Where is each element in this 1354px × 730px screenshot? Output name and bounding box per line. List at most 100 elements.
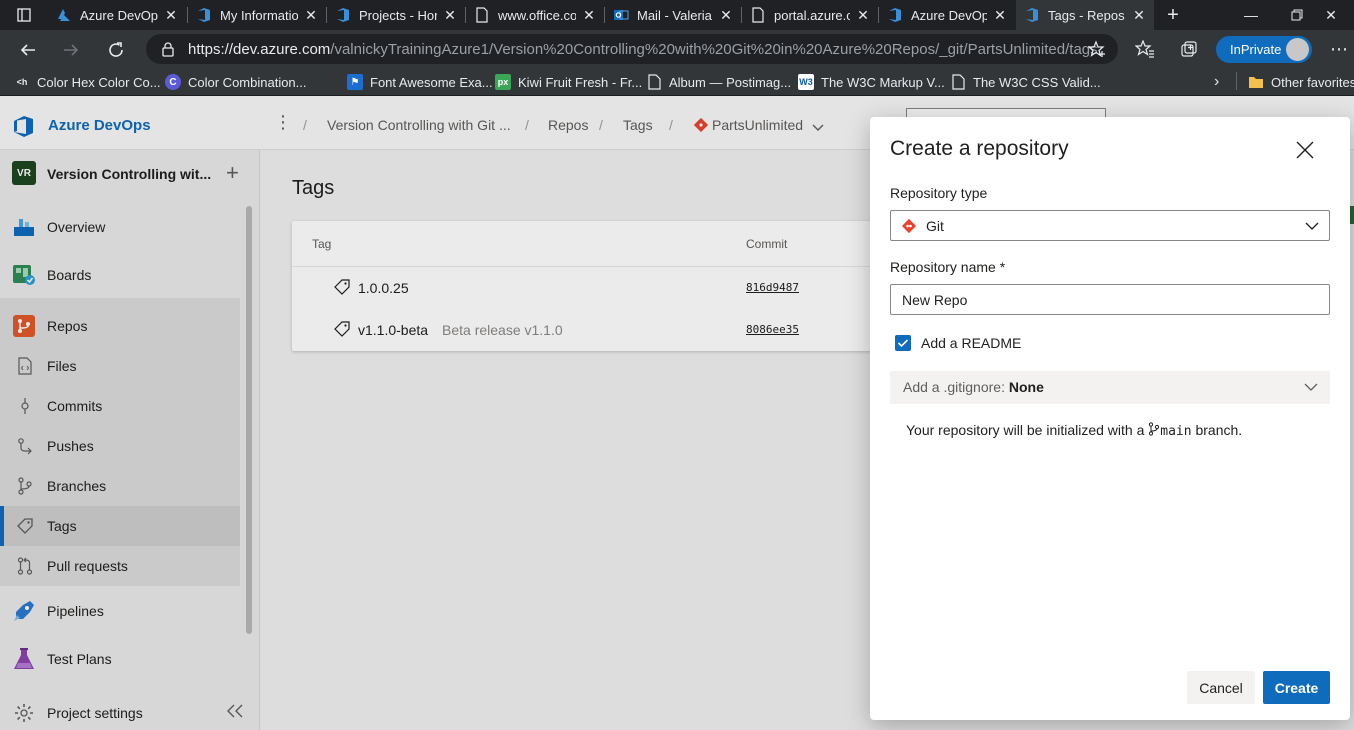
tab-title: www.office.co	[498, 7, 576, 23]
dialog-title: Create a repository	[890, 137, 1069, 160]
gitignore-value: None	[1008, 379, 1044, 395]
tab-title: Mail - Valeria	[637, 7, 712, 23]
gitignore-prefix: Add a .gitignore:	[903, 379, 1005, 395]
close-icon[interactable]: ✕	[719, 7, 733, 24]
close-icon[interactable]: ✕	[443, 7, 457, 24]
page-icon	[950, 74, 966, 90]
favorite-item[interactable]: C Color Combination...	[165, 72, 307, 92]
browser-tab[interactable]: www.office.co ✕	[466, 0, 604, 30]
other-favorites-label: Other favorites	[1271, 74, 1354, 90]
close-icon[interactable]: ✕	[1132, 7, 1146, 24]
create-button[interactable]: Create	[1263, 671, 1330, 704]
inprivate-label: InPrivate	[1230, 42, 1282, 57]
hex-icon: <h	[16, 77, 28, 87]
browser-tab[interactable]: My Informatio ✕	[188, 0, 326, 30]
repository-type-label: Repository type	[890, 185, 988, 201]
other-favorites[interactable]: Other favorites	[1248, 72, 1354, 92]
chevron-down-icon	[1304, 380, 1318, 394]
favorite-item[interactable]: W3 The W3C Markup V...	[798, 72, 945, 92]
url-path: /valnickyTrainingAzure1/Version%20Contro…	[330, 41, 1098, 58]
new-tab-button[interactable]: +	[1156, 0, 1190, 30]
minimize-button[interactable]: —	[1228, 0, 1274, 30]
repository-type-value: Git	[926, 218, 944, 234]
chevron-right-icon[interactable]: ›	[1214, 72, 1219, 92]
favorite-label: Font Awesome Exa...	[370, 74, 493, 90]
add-readme-checkbox[interactable]	[895, 335, 911, 351]
close-icon[interactable]: ✕	[164, 7, 178, 24]
w3c-icon: W3	[798, 74, 814, 90]
refresh-button[interactable]	[102, 36, 130, 64]
url-host: https://dev.azure.com	[188, 41, 331, 58]
folder-icon	[1248, 74, 1264, 90]
browser-tab[interactable]: Mail - Valeria ✕	[605, 0, 741, 30]
tab-title: portal.azure.c	[774, 7, 850, 23]
azure-devops-icon	[1024, 7, 1040, 23]
create-repository-dialog: Create a repository Repository type Git …	[870, 117, 1350, 720]
init-msg-before: Your repository will be initialized with…	[906, 422, 1145, 438]
browser-tab[interactable]: portal.azure.c ✕	[742, 0, 878, 30]
favorite-label: Kiwi Fruit Fresh - Fr...	[518, 74, 643, 90]
address-bar[interactable]: https://dev.azure.com/valnickyTrainingAz…	[146, 34, 1118, 64]
favorite-label: The W3C Markup V...	[821, 74, 945, 90]
url-text: https://dev.azure.com/valnickyTrainingAz…	[188, 41, 1098, 58]
favorites-bar: <h Color Hex Color Co... C Color Combinati…	[0, 68, 1354, 96]
c-icon: C	[165, 74, 181, 90]
favorite-item[interactable]: The W3C CSS Valid...	[950, 72, 1101, 92]
favorite-item[interactable]: <h Color Hex Color Co...	[14, 72, 161, 92]
more-icon[interactable]: ⋯	[1328, 39, 1350, 59]
initialization-message: Your repository will be initialized with…	[906, 422, 1242, 439]
cancel-button[interactable]: Cancel	[1187, 671, 1255, 704]
tab-title: Azure DevOps	[911, 7, 987, 23]
tab-actions-icon[interactable]	[0, 0, 48, 30]
favorite-item[interactable]: px Kiwi Fruit Fresh - Fr...	[495, 72, 642, 92]
add-favorite-icon[interactable]	[1087, 40, 1106, 58]
close-icon[interactable]: ✕	[993, 7, 1007, 24]
page-icon	[474, 7, 490, 23]
inprivate-badge[interactable]: InPrivate	[1216, 36, 1312, 63]
favorites-icon[interactable]	[1134, 39, 1156, 59]
branch-icon	[1148, 422, 1160, 436]
repository-name-label: Repository name *	[890, 259, 1006, 275]
favorite-label: Album — Postimag...	[669, 74, 792, 90]
page-icon	[750, 7, 766, 23]
tab-title: Projects - Hom	[359, 7, 437, 23]
tab-title: Azure DevOps	[80, 7, 158, 23]
azure-devops-icon	[56, 7, 72, 23]
browser-tab-active[interactable]: Tags - Repos ✕	[1016, 0, 1154, 30]
address-toolbar: https://dev.azure.com/valnickyTrainingAz…	[0, 30, 1354, 68]
add-readme-label[interactable]: Add a README	[921, 335, 1021, 351]
tab-title: My Informatio	[220, 7, 298, 23]
px-icon: px	[495, 74, 511, 90]
outlook-icon	[613, 7, 629, 23]
close-icon[interactable]: ✕	[304, 7, 318, 24]
close-window-button[interactable]: ✕	[1308, 0, 1354, 30]
repository-name-input[interactable]	[890, 284, 1330, 315]
browser-tab[interactable]: Azure DevOps ✕	[48, 0, 186, 30]
close-icon[interactable]: ✕	[856, 7, 870, 24]
favorite-item[interactable]: ⚑ Font Awesome Exa...	[347, 72, 493, 92]
browser-tab-bar: Azure DevOps ✕ My Informatio ✕ Projects …	[0, 0, 1354, 30]
page-icon	[646, 74, 662, 90]
favorite-item[interactable]: Album — Postimag...	[646, 72, 791, 92]
tab-title: Tags - Repos	[1048, 7, 1125, 23]
browser-tab[interactable]: Azure DevOps ✕	[879, 0, 1015, 30]
lock-icon[interactable]	[160, 41, 176, 57]
flag-icon: ⚑	[347, 74, 363, 90]
azure-devops-icon	[887, 7, 903, 23]
favorite-label: The W3C CSS Valid...	[973, 74, 1101, 90]
browser-tab[interactable]: Projects - Hom ✕	[327, 0, 465, 30]
gitignore-text: Add a .gitignore: None	[903, 379, 1044, 395]
azure-devops-icon	[196, 7, 212, 23]
favorite-label: Color Hex Color Co...	[37, 74, 161, 90]
git-icon	[901, 218, 917, 234]
init-msg-after: branch.	[1195, 422, 1243, 438]
collections-icon[interactable]	[1178, 39, 1200, 59]
close-icon[interactable]	[1294, 139, 1316, 161]
divider	[1236, 72, 1237, 90]
close-icon[interactable]: ✕	[582, 7, 596, 24]
repository-type-dropdown[interactable]: Git	[890, 210, 1330, 241]
gitignore-dropdown[interactable]: Add a .gitignore: None	[890, 371, 1330, 404]
forward-button[interactable]	[57, 36, 85, 64]
favorite-label: Color Combination...	[188, 74, 307, 90]
back-button[interactable]	[14, 36, 42, 64]
